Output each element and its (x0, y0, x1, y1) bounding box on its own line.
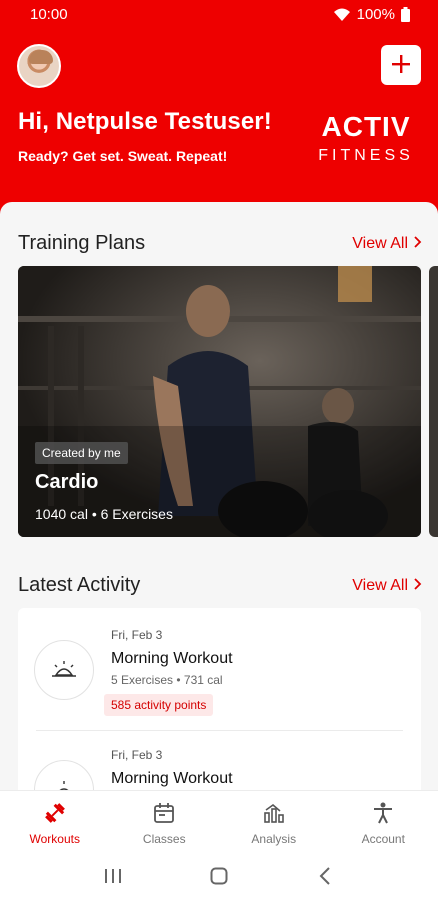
activity-list: Fri, Feb 3 Morning Workout 5 Exercises •… (18, 608, 421, 790)
greeting: Hi, Netpulse Testuser! (18, 108, 272, 135)
activity-item[interactable]: Fri, Feb 3 Morning Workout (18, 728, 421, 790)
person-icon (371, 801, 395, 828)
tagline: Ready? Get set. Sweat. Repeat! (18, 148, 228, 164)
status-right: 100% (333, 6, 410, 23)
nav-label: Workouts (29, 832, 80, 846)
latest-activity-title: Latest Activity (18, 574, 141, 596)
sunrise-icon (34, 760, 94, 790)
system-nav-bar (0, 852, 438, 900)
nav-label: Account (361, 832, 405, 846)
avatar[interactable] (17, 44, 61, 88)
back-icon[interactable] (305, 856, 345, 896)
training-view-all-link[interactable]: View All (352, 235, 422, 253)
chart-icon (262, 801, 286, 828)
nav-workouts[interactable]: Workouts (0, 791, 110, 852)
dumbbell-icon (43, 801, 67, 828)
brand-line1: ACTIV (321, 111, 411, 142)
view-all-label: View All (352, 577, 408, 594)
add-button[interactable] (381, 45, 421, 85)
nav-label: Analysis (251, 832, 297, 846)
activity-date: Fri, Feb 3 (111, 748, 163, 762)
status-bar: 10:00 100% (0, 0, 438, 30)
header: Hi, Netpulse Testuser! Ready? Get set. S… (0, 30, 438, 215)
bottom-nav: Workouts Classes Analysis Account (0, 790, 438, 852)
plan-badge: Created by me (35, 442, 128, 464)
nav-analysis[interactable]: Analysis (219, 791, 329, 852)
next-plan-card[interactable] (429, 266, 438, 537)
plan-meta: 1040 cal • 6 Exercises (35, 506, 173, 522)
sunrise-icon (34, 640, 94, 700)
view-all-label: View All (352, 235, 408, 252)
wifi-icon (333, 8, 351, 22)
battery-icon (401, 7, 410, 22)
workout-photo (18, 266, 421, 537)
brand-logo: ACTIV FITNESS (318, 112, 414, 166)
training-plans-title: Training Plans (18, 232, 146, 254)
nav-label: Classes (142, 832, 186, 846)
main-content[interactable]: Training Plans View All Created by me Ca… (0, 202, 438, 790)
activity-date: Fri, Feb 3 (111, 628, 163, 642)
chevron-right-icon (414, 577, 422, 595)
brand-line2: FITNESS (318, 147, 414, 164)
calendar-icon (152, 801, 176, 828)
activity-view-all-link[interactable]: View All (352, 577, 422, 595)
chevron-right-icon (414, 235, 422, 253)
activity-item[interactable]: Fri, Feb 3 Morning Workout 5 Exercises •… (18, 608, 421, 728)
activity-title: Morning Workout (111, 650, 233, 667)
home-icon[interactable] (199, 856, 239, 896)
status-time: 10:00 (30, 6, 68, 23)
activity-title: Morning Workout (111, 770, 233, 787)
plus-icon (391, 54, 411, 77)
activity-meta: 5 Exercises • 731 cal (111, 673, 223, 687)
nav-classes[interactable]: Classes (110, 791, 220, 852)
plan-name: Cardio (35, 471, 99, 493)
nav-account[interactable]: Account (329, 791, 438, 852)
activity-points-badge: 585 activity points (104, 694, 214, 716)
training-plan-card[interactable]: Created by me Cardio 1040 cal • 6 Exerci… (18, 266, 421, 537)
recent-apps-icon[interactable] (93, 856, 133, 896)
battery-text: 100% (356, 6, 395, 23)
